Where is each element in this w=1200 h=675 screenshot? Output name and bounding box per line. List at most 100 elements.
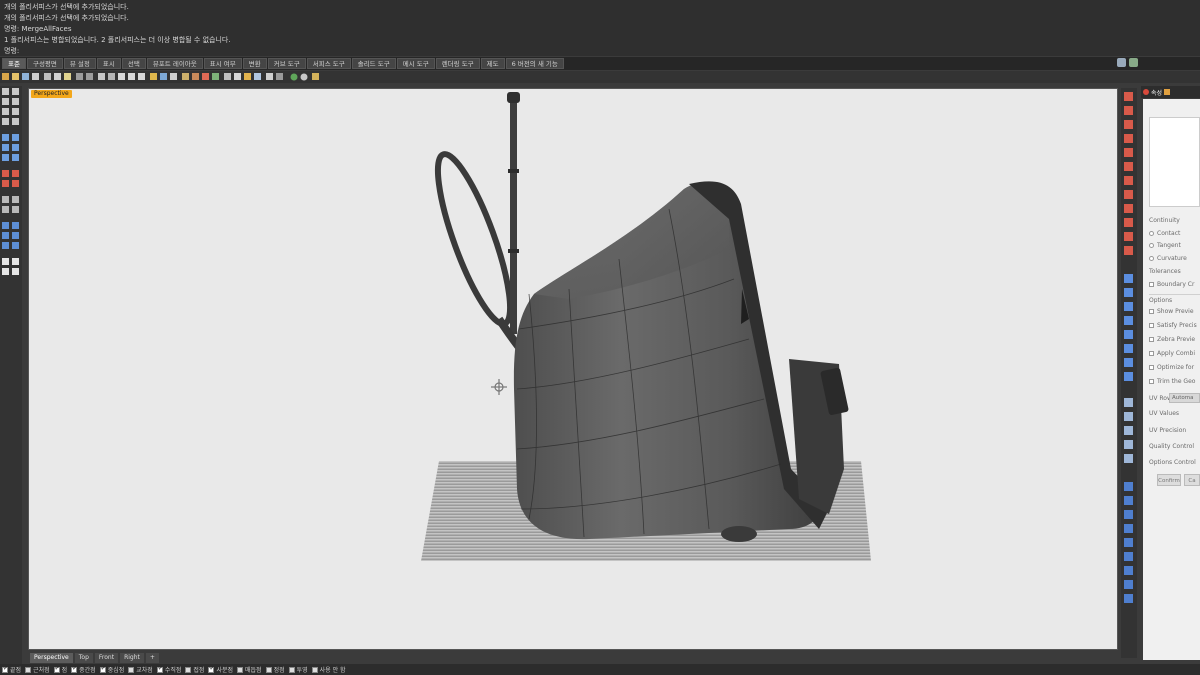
tolerances-label: Tolerances — [1149, 268, 1181, 275]
right-tool-icons[interactable] — [1121, 88, 1137, 658]
layers-icon — [160, 73, 167, 80]
contact-label: Contact — [1157, 230, 1181, 237]
tool-icon — [1124, 148, 1133, 157]
tool-icon — [1124, 134, 1133, 143]
boolean-icon — [12, 180, 19, 187]
tangent-label: Tangent — [1157, 242, 1181, 249]
tab-top[interactable]: Top — [74, 653, 93, 663]
tool-icon — [1124, 426, 1133, 435]
curve-icon — [12, 98, 19, 105]
tab-render-tools[interactable]: 렌더링 도구 — [435, 58, 480, 69]
tab-mesh-tools[interactable]: 메시 도구 — [396, 58, 435, 69]
show-preview-option[interactable]: Show Previe — [1149, 308, 1194, 315]
satisfy-option[interactable]: Satisfy Precis — [1149, 322, 1197, 329]
boundary-option[interactable]: Boundary Cr — [1149, 281, 1194, 288]
osnap-tan[interactable]: 접점 — [185, 665, 204, 674]
tab-properties[interactable]: 속성 — [1151, 88, 1162, 97]
rectangle-icon — [12, 118, 19, 125]
left-tool-icons[interactable] — [0, 86, 22, 666]
move-icon — [2, 222, 9, 229]
tab-standard[interactable]: 표준 — [2, 58, 26, 69]
osnap-center[interactable]: 중심점 — [99, 665, 124, 674]
osnap-end[interactable]: 끝점 — [2, 665, 21, 674]
tab-surface-tools[interactable]: 서피스 도구 — [306, 58, 351, 69]
copy-icon — [54, 73, 61, 80]
tangent-option[interactable]: Tangent — [1149, 242, 1181, 249]
gear-icon[interactable] — [1117, 58, 1126, 67]
tab-visibility[interactable]: 표시 여부 — [203, 58, 242, 69]
radio-icon[interactable] — [1149, 256, 1154, 261]
radio-foot — [721, 526, 757, 542]
curvature-option[interactable]: Curvature — [1149, 255, 1187, 262]
radio-icon[interactable] — [1149, 243, 1154, 248]
contact-option[interactable]: Contact — [1149, 230, 1180, 237]
uv-rows-select[interactable]: Automa — [1169, 393, 1200, 403]
osnap-near[interactable]: 근처점 — [25, 665, 50, 674]
command-prompt[interactable]: 명령: — [4, 46, 1196, 57]
tool-icon — [1124, 482, 1133, 491]
osnap-vertex[interactable]: 정점 — [265, 665, 285, 674]
trim-option[interactable]: Trim the Geo — [1149, 378, 1195, 385]
select-icon — [150, 73, 157, 80]
osnap-knot[interactable]: 매듭점 — [237, 665, 262, 674]
properties-icon[interactable] — [1143, 89, 1149, 95]
apply-option[interactable]: Apply Combi — [1149, 350, 1195, 357]
shaded-icon — [182, 73, 189, 80]
confirm-button[interactable]: Confirm — [1157, 474, 1181, 486]
tab-cplanes[interactable]: 구성평면 — [26, 58, 63, 69]
radio-icon[interactable] — [1149, 231, 1154, 236]
add-view-icon[interactable]: + — [145, 653, 159, 663]
tab-perspective[interactable]: Perspective — [30, 653, 73, 663]
history-icon — [254, 73, 261, 80]
tab-display[interactable]: 표시 — [96, 58, 121, 69]
checkbox-icon[interactable] — [1149, 337, 1154, 342]
osnap-perp[interactable]: 수직점 — [156, 665, 181, 674]
tool-icon — [1124, 190, 1133, 199]
tool-icon — [1124, 496, 1133, 505]
tool-icon — [1124, 454, 1133, 463]
osnap-point[interactable]: 점 — [53, 665, 67, 674]
optimize-option[interactable]: Optimize for — [1149, 364, 1194, 371]
tab-solid-tools[interactable]: 솔리드 도구 — [351, 58, 396, 69]
tab-viewport-layout[interactable]: 뷰포트 레이아웃 — [146, 58, 203, 69]
tool-icon — [1124, 372, 1133, 381]
viewport-title[interactable]: Perspective — [31, 90, 72, 98]
options-icon[interactable] — [1129, 58, 1138, 67]
tab-new-in-v6[interactable]: 6 버전의 새 기능 — [505, 58, 564, 69]
zebra-option[interactable]: Zebra Previe — [1149, 336, 1195, 343]
checkbox-icon[interactable] — [1149, 379, 1154, 384]
osnap-disable[interactable]: 사용 안 함 — [311, 665, 346, 674]
tab-curve-tools[interactable]: 커브 도구 — [267, 58, 306, 69]
options-icon — [266, 73, 273, 80]
tab-drafting[interactable]: 제도 — [480, 58, 505, 69]
move-cursor-icon — [491, 379, 507, 395]
toolbar-tabs: 표준 구성평면 뷰 설정 표시 선택 뷰포트 레이아웃 표시 여부 변환 커브 … — [0, 57, 1200, 70]
satisfy-label: Satisfy Precis — [1157, 322, 1197, 329]
checkbox-icon[interactable] — [1149, 323, 1154, 328]
zebra-label: Zebra Previe — [1157, 336, 1196, 343]
curvature-label: Curvature — [1157, 255, 1187, 262]
tab-select[interactable]: 선택 — [121, 58, 146, 69]
osnap-project[interactable]: 투영 — [288, 665, 308, 674]
array-icon — [12, 242, 19, 249]
checkbox-icon[interactable] — [1149, 309, 1154, 314]
globe-icon — [290, 73, 298, 81]
tab-front[interactable]: Front — [94, 653, 119, 663]
cancel-button[interactable]: Ca — [1184, 474, 1200, 486]
osnap-intersection[interactable]: 교차점 — [128, 665, 153, 674]
toolbar-icons[interactable] — [2, 72, 342, 82]
checkbox-icon[interactable] — [1149, 365, 1154, 370]
command-line: 개의 폴리서피스가 선택에 추가되었습니다. — [4, 14, 129, 22]
tab-right[interactable]: Right — [120, 653, 144, 663]
tab-transform[interactable]: 변환 — [242, 58, 267, 69]
layers-icon[interactable] — [1164, 89, 1171, 95]
tool-icon — [1124, 440, 1133, 449]
checkbox-icon[interactable] — [1149, 351, 1154, 356]
model-canvas[interactable] — [29, 89, 1118, 650]
tab-set-view[interactable]: 뷰 설정 — [63, 58, 96, 69]
checkbox-icon[interactable] — [1149, 282, 1154, 287]
osnap-quad[interactable]: 사분점 — [208, 665, 233, 674]
osnap-mid[interactable]: 중간점 — [71, 665, 96, 674]
perspective-viewport[interactable]: Perspective — [28, 88, 1118, 650]
tools-icon — [312, 73, 319, 80]
